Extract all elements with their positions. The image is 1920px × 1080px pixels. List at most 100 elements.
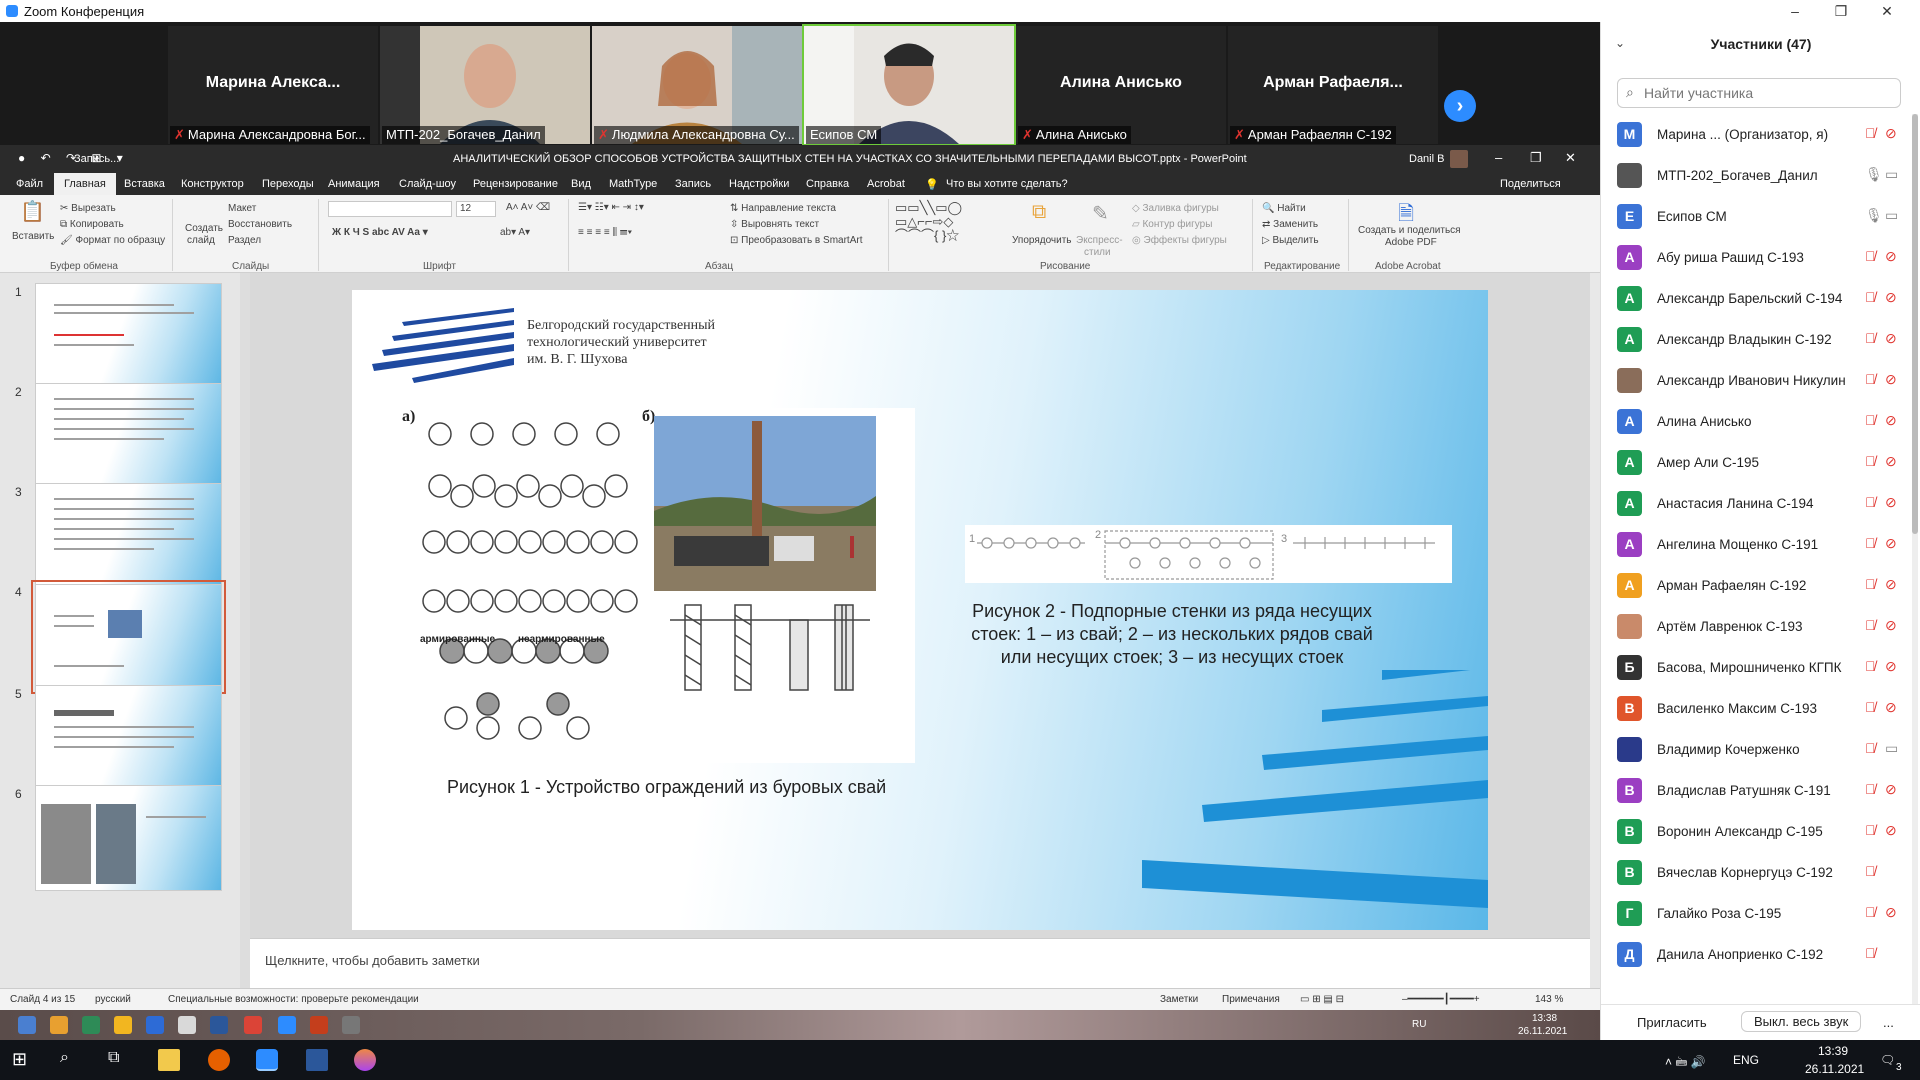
shape-effects-button[interactable]: ◎ Эффекты фигуры [1132,235,1227,246]
tab-slideshow[interactable]: Слайд-шоу [399,178,456,190]
ppt-user-name[interactable]: Danil B [1409,153,1444,165]
tray-icons[interactable]: ˄ 🖮 🔊 [1665,1053,1706,1074]
paste-icon[interactable]: 📋 [20,199,45,224]
paragraph-align-icons[interactable]: ≡ ≡ ≡ ≡ ⫼ ☰▾ [578,227,632,238]
current-slide[interactable]: Белгородский государственный технологиче… [352,290,1488,930]
participant-row[interactable]: А Александр Владыкин С-192 🎙̸ ⊘ [1601,319,1911,360]
search-icon[interactable]: ⌕ [60,1049,82,1071]
task-view-icon[interactable]: ⧉ [108,1049,130,1071]
taskbar-lang[interactable]: ENG [1733,1053,1759,1067]
cut-button[interactable]: ✂ Вырезать [60,203,116,214]
participant-row[interactable]: Д Данила Аноприенко С-192 🎙̸ [1601,934,1911,975]
user-avatar[interactable] [1450,150,1468,168]
tab-file[interactable]: Файл [16,178,43,190]
text-direction-button[interactable]: ⇅ Направление текста [730,203,836,214]
copy-button[interactable]: ⧉ Копировать [60,219,124,230]
layout-button[interactable]: Макет [228,203,256,214]
accessibility-status[interactable]: Специальные возможности: проверьте реком… [168,994,419,1005]
zoom-slider[interactable]: –━━━━━━┃━━━━+ [1402,994,1480,1005]
word-icon[interactable] [306,1049,328,1071]
participant-row[interactable]: А Александр Барельский С-194 🎙̸ ⊘ [1601,278,1911,319]
participant-list-scrollbar[interactable] [1912,114,1918,1004]
paint-icon[interactable] [354,1049,376,1071]
align-text-button[interactable]: ⇳ Выровнять текст [730,219,819,230]
arrange-button[interactable]: Упорядочить [1012,235,1072,246]
reset-button[interactable]: Восстановить [228,219,292,230]
slide-thumbnail[interactable] [35,785,222,891]
tab-animation[interactable]: Анимация [328,178,380,190]
quick-styles-button[interactable]: Экспресс- [1076,235,1123,246]
slide-thumbnail-selected[interactable] [31,580,226,694]
convert-smartart-button[interactable]: ⊡ Преобразовать в SmartArt [730,235,862,246]
participant-row[interactable]: А Амер Али С-195 🎙̸ ⊘ [1601,442,1911,483]
firefox-icon[interactable] [208,1049,230,1071]
participant-row[interactable]: А Анастасия Ланина С-194 🎙̸ ⊘ [1601,483,1911,524]
participant-row[interactable]: А Арман Рафаелян С-192 🎙̸ ⊘ [1601,565,1911,606]
participant-row[interactable]: М Марина ... (Организатор, я) 🎙̸ ⊘ [1601,114,1911,155]
tab-home[interactable]: Главная [54,173,116,195]
video-tile[interactable]: ✗ Людмила Александровна Су... [592,26,802,144]
language-indicator[interactable]: русский [95,994,131,1005]
ppt-minimize-button[interactable]: – [1495,150,1502,165]
tab-help[interactable]: Справка [806,178,849,190]
replace-button[interactable]: ⇄ Заменить [1262,219,1318,230]
tab-mathtype[interactable]: MathType [609,178,657,190]
zoom-taskbar-icon[interactable] [256,1049,278,1071]
shapes-gallery[interactable]: ▭▭╲╲▭◯ ▭△⌐⌐⇨◇ ⌒⌒⌒{ }☆ [895,201,962,243]
video-tile[interactable]: Марина Алекса... ✗ Марина Александровна Б… [168,26,378,144]
tab-acrobat[interactable]: Acrobat [867,178,905,190]
minimize-button[interactable]: – [1772,0,1818,22]
section-button[interactable]: Раздел [228,235,261,246]
quick-access-record-label[interactable]: Запись... [74,153,119,165]
participant-row[interactable]: В Владислав Ратушняк С-191 🎙̸ ⊘ [1601,770,1911,811]
participant-row[interactable]: А Алина Анисько 🎙̸ ⊘ [1601,401,1911,442]
tab-design[interactable]: Конструктор [181,178,244,190]
participant-row[interactable]: В Василенко Максим С-193 🎙̸ ⊘ [1601,688,1911,729]
create-pdf-button-label[interactable]: Adobe PDF [1385,237,1437,248]
find-button[interactable]: 🔍 Найти [1262,203,1306,214]
taskbar-date[interactable]: 26.11.2021 [1805,1062,1864,1076]
new-slide-button-label[interactable]: слайд [187,235,215,246]
tab-record[interactable]: Запись [675,178,711,190]
font-name-combobox[interactable] [328,201,452,217]
tab-insert[interactable]: Вставка [124,178,165,190]
create-pdf-button[interactable]: Создать и поделиться [1358,225,1461,236]
file-explorer-icon[interactable] [158,1049,180,1071]
mute-all-button[interactable]: Выкл. весь звук [1741,1011,1862,1032]
video-tile[interactable]: МТП-202_Богачев_Данил [380,26,590,144]
ppt-maximize-button[interactable]: ❐ [1530,150,1542,166]
slide-thumbnail[interactable] [35,685,222,791]
tab-view[interactable]: Вид [571,178,591,190]
participant-row[interactable]: Е Есипов СМ 🎙 ▭ [1601,196,1911,237]
video-tile[interactable]: Алина Анисько ✗ Алина Анисько [1016,26,1226,144]
quick-styles-label[interactable]: стили [1084,247,1111,258]
participant-search-input[interactable]: ⌕ Найти участника [1617,78,1901,108]
font-size-grow-icon[interactable]: A˄ A˅ ⌫ [506,202,550,213]
zoom-level[interactable]: 143 % [1535,994,1563,1005]
slide-thumbnail[interactable] [35,283,222,389]
new-slide-button[interactable]: Создать [185,223,223,234]
bold-italic-underline-icons[interactable]: Ж К Ч S abc AV Aa ▾ [332,227,428,238]
participant-row[interactable]: В Вячеслав Корнергуцэ С-192 🎙̸ [1601,852,1911,893]
bullets-numbering-icons[interactable]: ☰▾ ☷▾ ⇤ ⇥ ↕▾ [578,202,644,213]
tab-transitions[interactable]: Переходы [262,178,314,190]
notification-center-icon[interactable]: 🗨 [1880,1053,1895,1067]
maximize-button[interactable]: ❐ [1818,0,1864,22]
format-painter-button[interactable]: 🖌 Формат по образцу [60,235,165,246]
tell-me-search[interactable]: Что вы хотите сделать? [946,178,1068,190]
next-page-chevron-right-icon[interactable]: › [1444,90,1476,122]
close-button[interactable]: ✕ [1864,0,1910,22]
tab-addins[interactable]: Надстройки [729,178,789,190]
more-options-button[interactable]: ... [1883,1015,1894,1030]
windows-start-icon[interactable]: ⊞ [12,1049,34,1071]
invite-button[interactable]: Пригласить [1637,1015,1707,1030]
slide-thumbnail[interactable] [35,383,222,489]
video-tile-active-speaker[interactable]: Есипов СМ [802,24,1016,146]
shape-fill-button[interactable]: ◇ Заливка фигуры [1132,203,1219,214]
view-mode-icons[interactable]: ▭ ⊞ ▤ ⊟ [1300,994,1344,1005]
share-button[interactable]: Поделиться [1500,178,1561,190]
arrange-icon[interactable]: ⧉ [1032,201,1046,224]
taskbar-time[interactable]: 13:39 [1818,1044,1848,1058]
participant-row[interactable]: Артём Лавренюк С-193 🎙̸ ⊘ [1601,606,1911,647]
ppt-close-button[interactable]: ✕ [1565,150,1576,166]
